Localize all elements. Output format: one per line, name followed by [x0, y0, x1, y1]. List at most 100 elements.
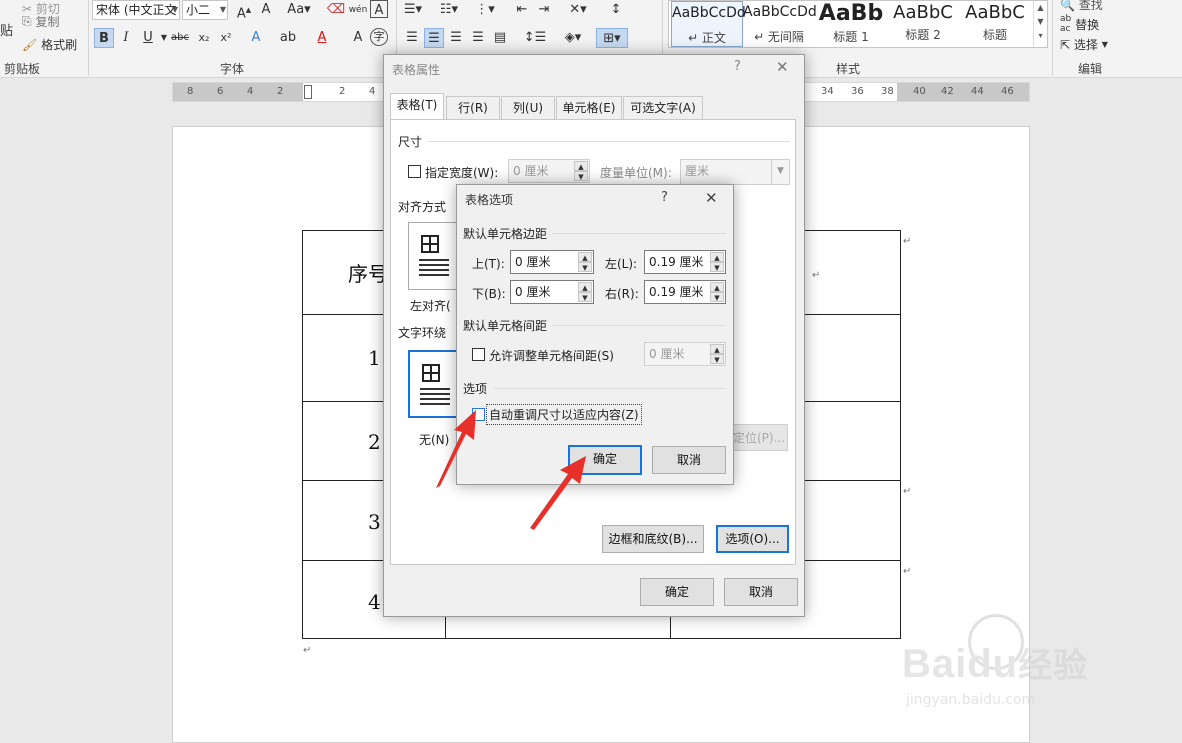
- allow-spacing-checkbox[interactable]: [472, 348, 485, 361]
- highlight-icon[interactable]: ab: [278, 28, 298, 48]
- help-button[interactable]: ?: [734, 59, 741, 74]
- shading-icon[interactable]: ◈▾: [560, 28, 586, 48]
- measure-combo[interactable]: 厘米 ▼: [680, 159, 790, 185]
- arrow-up-icon[interactable]: ▲: [574, 161, 588, 171]
- phonetic-guide-icon[interactable]: wén: [348, 0, 368, 20]
- superscript-icon[interactable]: x²: [216, 28, 236, 48]
- align-left-icon[interactable]: ☰: [402, 28, 422, 48]
- cancel-button[interactable]: 取消: [724, 578, 798, 606]
- left-margin-label: 左(L):: [605, 257, 638, 271]
- table-cell: 1: [368, 346, 381, 370]
- change-case-icon[interactable]: Aa▾: [282, 0, 316, 20]
- arrow-up-icon[interactable]: ▲: [710, 344, 724, 354]
- style-heading-2[interactable]: AaBbC 标题 2: [887, 1, 959, 47]
- spinner-arrows[interactable]: ▲ ▼: [578, 252, 592, 272]
- shrink-font-icon[interactable]: A: [256, 0, 276, 20]
- text-effect-icon[interactable]: A: [246, 28, 266, 48]
- tab-column[interactable]: 列(U): [501, 96, 555, 120]
- arrow-down-icon[interactable]: ▼: [710, 292, 724, 302]
- tab-alt-text[interactable]: 可选文字(A): [623, 96, 703, 120]
- increase-indent-icon[interactable]: ⇥: [534, 0, 554, 20]
- arrow-up-icon[interactable]: ▲: [578, 282, 592, 292]
- borders-icon[interactable]: ⊞▾: [596, 28, 628, 48]
- font-name-combo[interactable]: 宋体 (中文正文 ▼: [92, 0, 180, 20]
- bold-icon[interactable]: B: [94, 28, 114, 48]
- positioning-button[interactable]: 定位(P)...: [730, 424, 788, 451]
- grow-font-icon[interactable]: A▲: [234, 0, 254, 21]
- arrow-down-icon[interactable]: ▼: [578, 292, 592, 302]
- ok-button[interactable]: 确定: [568, 445, 642, 475]
- tab-row[interactable]: 行(R): [446, 96, 500, 120]
- strikethrough-icon[interactable]: abc: [170, 28, 190, 48]
- clear-format-icon[interactable]: ⌫: [326, 0, 346, 20]
- decrease-indent-icon[interactable]: ⇤: [512, 0, 532, 20]
- replace-label: 替换: [1075, 17, 1100, 32]
- arrow-up-icon[interactable]: ▲: [710, 282, 724, 292]
- autoresize-checkbox[interactable]: [472, 408, 485, 421]
- style-normal[interactable]: AaBbCcDd ↵ 正文: [671, 1, 746, 47]
- arrow-down-icon[interactable]: ▼: [710, 354, 724, 364]
- italic-icon[interactable]: I: [116, 28, 136, 48]
- close-button[interactable]: ✕: [705, 189, 718, 207]
- font-color-icon[interactable]: A: [312, 28, 332, 48]
- chinese-layout-icon[interactable]: ✕▾: [566, 0, 590, 20]
- replace-button[interactable]: ab ac 替换: [1060, 14, 1099, 34]
- multilevel-list-icon[interactable]: ⋮▾: [474, 0, 496, 20]
- paragraph-mark: ↵: [903, 236, 912, 247]
- ok-button[interactable]: 确定: [640, 578, 714, 606]
- align-right-icon[interactable]: ☰: [446, 28, 466, 48]
- paste-button[interactable]: 贴: [0, 20, 13, 39]
- top-margin-spinner[interactable]: 0 厘米 ▲ ▼: [510, 250, 594, 274]
- spinner-arrows[interactable]: ▲ ▼: [578, 282, 592, 302]
- paragraph-mark: ↵: [903, 566, 912, 577]
- close-button[interactable]: ✕: [776, 58, 789, 76]
- numbering-icon[interactable]: ☷▾: [438, 0, 460, 20]
- style-heading-1[interactable]: AaBb 标题 1: [815, 1, 887, 47]
- spinner-arrows[interactable]: ▲ ▼: [710, 344, 724, 364]
- chevron-down-icon[interactable]: ▼: [771, 160, 789, 184]
- left-margin-spinner[interactable]: 0.19 厘米 ▲ ▼: [644, 250, 726, 274]
- tab-table[interactable]: 表格(T): [390, 93, 444, 120]
- spacing-spinner[interactable]: 0 厘米 ▲ ▼: [644, 342, 726, 366]
- top-margin-label: 上(T):: [472, 257, 505, 271]
- sort-icon[interactable]: ↕: [606, 0, 626, 20]
- find-button[interactable]: 🔍 查找: [1060, 0, 1103, 13]
- bottom-margin-spinner[interactable]: 0 厘米 ▲ ▼: [510, 280, 594, 304]
- line-spacing-icon[interactable]: ↕☰: [522, 28, 548, 48]
- style-sample: AaBb: [818, 1, 884, 26]
- format-painter-button[interactable]: 🖌 格式刷: [22, 36, 77, 53]
- style-title[interactable]: AaBbC 标题: [959, 1, 1031, 47]
- tab-cell[interactable]: 单元格(E): [556, 96, 622, 120]
- spinner-arrows[interactable]: ▲ ▼: [710, 252, 724, 272]
- help-button[interactable]: ?: [661, 190, 668, 205]
- justify-icon[interactable]: ☰: [468, 28, 488, 48]
- indent-marker[interactable]: [304, 85, 312, 99]
- subscript-icon[interactable]: x₂: [194, 28, 214, 48]
- preferred-width-checkbox[interactable]: [408, 165, 421, 178]
- preferred-width-spinner[interactable]: 0 厘米 ▲ ▼: [508, 159, 590, 183]
- arrow-down-icon[interactable]: ▼: [578, 262, 592, 272]
- spinner-arrows[interactable]: ▲ ▼: [710, 282, 724, 302]
- font-size-combo[interactable]: 小二 ▼: [182, 0, 228, 20]
- arrow-up-icon[interactable]: ▲: [710, 252, 724, 262]
- copy-button[interactable]: ⎘ 复制: [22, 13, 59, 30]
- gallery-scroll[interactable]: ▲ ▼ ▾: [1033, 1, 1047, 47]
- arrow-down-icon[interactable]: ▼: [574, 171, 588, 181]
- arrow-up-icon[interactable]: ▲: [578, 252, 592, 262]
- wrap-none-option[interactable]: [408, 350, 460, 418]
- align-center-icon[interactable]: ☰: [424, 28, 444, 48]
- align-left-option[interactable]: [408, 222, 460, 290]
- cancel-button[interactable]: 取消: [652, 446, 726, 474]
- options-button[interactable]: 选项(O)...: [716, 525, 789, 553]
- arrow-down-icon[interactable]: ▼: [710, 262, 724, 272]
- spinner-arrows[interactable]: ▲ ▼: [574, 161, 588, 181]
- right-margin-spinner[interactable]: 0.19 厘米 ▲ ▼: [644, 280, 726, 304]
- enclose-char-icon[interactable]: 字: [370, 28, 388, 46]
- style-no-spacing[interactable]: AaBbCcDd ↵ 无间隔: [743, 1, 817, 47]
- char-shading-icon[interactable]: A: [348, 28, 368, 48]
- borders-shading-button[interactable]: 边框和底纹(B)...: [602, 525, 704, 553]
- distribute-icon[interactable]: ▤: [490, 28, 510, 48]
- bullets-icon[interactable]: ☰▾: [402, 0, 424, 20]
- char-border-icon[interactable]: A: [370, 0, 388, 18]
- select-button[interactable]: ⇱ 选择 ▼: [1060, 36, 1108, 53]
